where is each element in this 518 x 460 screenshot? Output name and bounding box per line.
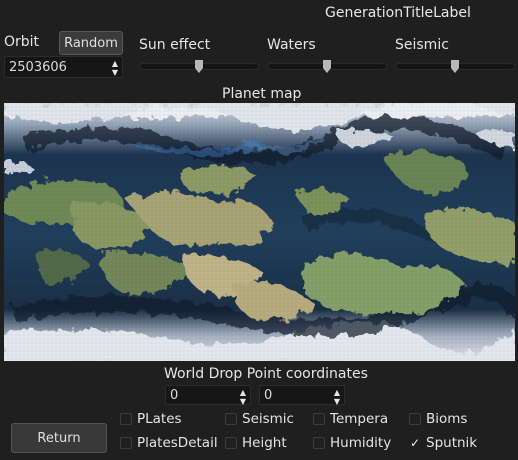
planet-map-title: Planet map <box>222 86 302 102</box>
checkbox-sputnik-label: Sputnik <box>426 435 478 451</box>
drop-point-y-spin-arrows-icon[interactable]: ▲ ▼ <box>332 388 342 406</box>
waters-slider-handle[interactable] <box>323 60 331 73</box>
orbit-spin-arrows-icon[interactable]: ▲ ▼ <box>110 59 120 77</box>
drop-point-x-value: 0 <box>170 387 179 403</box>
seismic-label: Seismic <box>395 37 449 53</box>
drop-point-title: World Drop Point coordinates <box>164 366 368 382</box>
drop-point-x-spin-arrows-icon[interactable]: ▲ ▼ <box>238 388 248 406</box>
drop-point-x-spinbox[interactable]: 0 ▲ ▼ <box>165 385 251 406</box>
generation-title: GenerationTitleLabel <box>325 5 471 21</box>
checkbox-height-label: Height <box>242 435 287 451</box>
sun-effect-label: Sun effect <box>139 37 211 53</box>
checkbox-platesdetail[interactable]: PlatesDetail <box>120 435 218 451</box>
checkbox-tempera[interactable]: Tempera <box>313 411 388 427</box>
waters-label: Waters <box>267 37 316 53</box>
checkbox-bioms-box[interactable] <box>409 413 421 425</box>
waters-slider[interactable] <box>267 60 387 73</box>
seismic-slider-handle[interactable] <box>451 60 459 73</box>
checkbox-tempera-label: Tempera <box>330 411 389 427</box>
checkbox-seismic[interactable]: Seismic <box>225 411 294 427</box>
random-button[interactable]: Random <box>59 31 123 55</box>
checkbox-tempera-box[interactable] <box>313 413 325 425</box>
checkbox-seismic-label: Seismic <box>242 411 294 427</box>
checkbox-humidity-label: Humidity <box>330 435 392 451</box>
checkbox-plates-box[interactable] <box>120 413 132 425</box>
sun-effect-slider[interactable] <box>139 60 259 73</box>
checkbox-seismic-box[interactable] <box>225 413 237 425</box>
checkbox-platesdetail-box[interactable] <box>120 437 132 449</box>
orbit-spinbox[interactable]: 2503606 ▲ ▼ <box>4 56 123 78</box>
drop-point-y-spinbox[interactable]: 0 ▲ ▼ <box>259 385 345 406</box>
checkbox-bioms[interactable]: Bioms <box>409 411 467 427</box>
orbit-value: 2503606 <box>9 59 67 75</box>
checkbox-humidity-box[interactable] <box>313 437 325 449</box>
return-button[interactable]: Return <box>11 423 107 453</box>
drop-point-y-value: 0 <box>264 387 273 403</box>
checkbox-plates-label: PLates <box>137 411 182 427</box>
sun-effect-slider-handle[interactable] <box>195 60 203 73</box>
checkmark-icon[interactable]: ✓ <box>409 437 421 449</box>
planet-map-image <box>4 103 515 361</box>
seismic-slider[interactable] <box>395 60 515 73</box>
orbit-label: Orbit <box>4 34 40 50</box>
checkbox-height[interactable]: Height <box>225 435 287 451</box>
checkbox-height-box[interactable] <box>225 437 237 449</box>
checkbox-platesdetail-label: PlatesDetail <box>137 435 218 451</box>
planet-map[interactable] <box>4 103 515 361</box>
checkbox-bioms-label: Bioms <box>426 411 468 427</box>
checkbox-sputnik[interactable]: ✓ Sputnik <box>409 435 477 451</box>
checkbox-humidity[interactable]: Humidity <box>313 435 391 451</box>
checkbox-plates[interactable]: PLates <box>120 411 182 427</box>
